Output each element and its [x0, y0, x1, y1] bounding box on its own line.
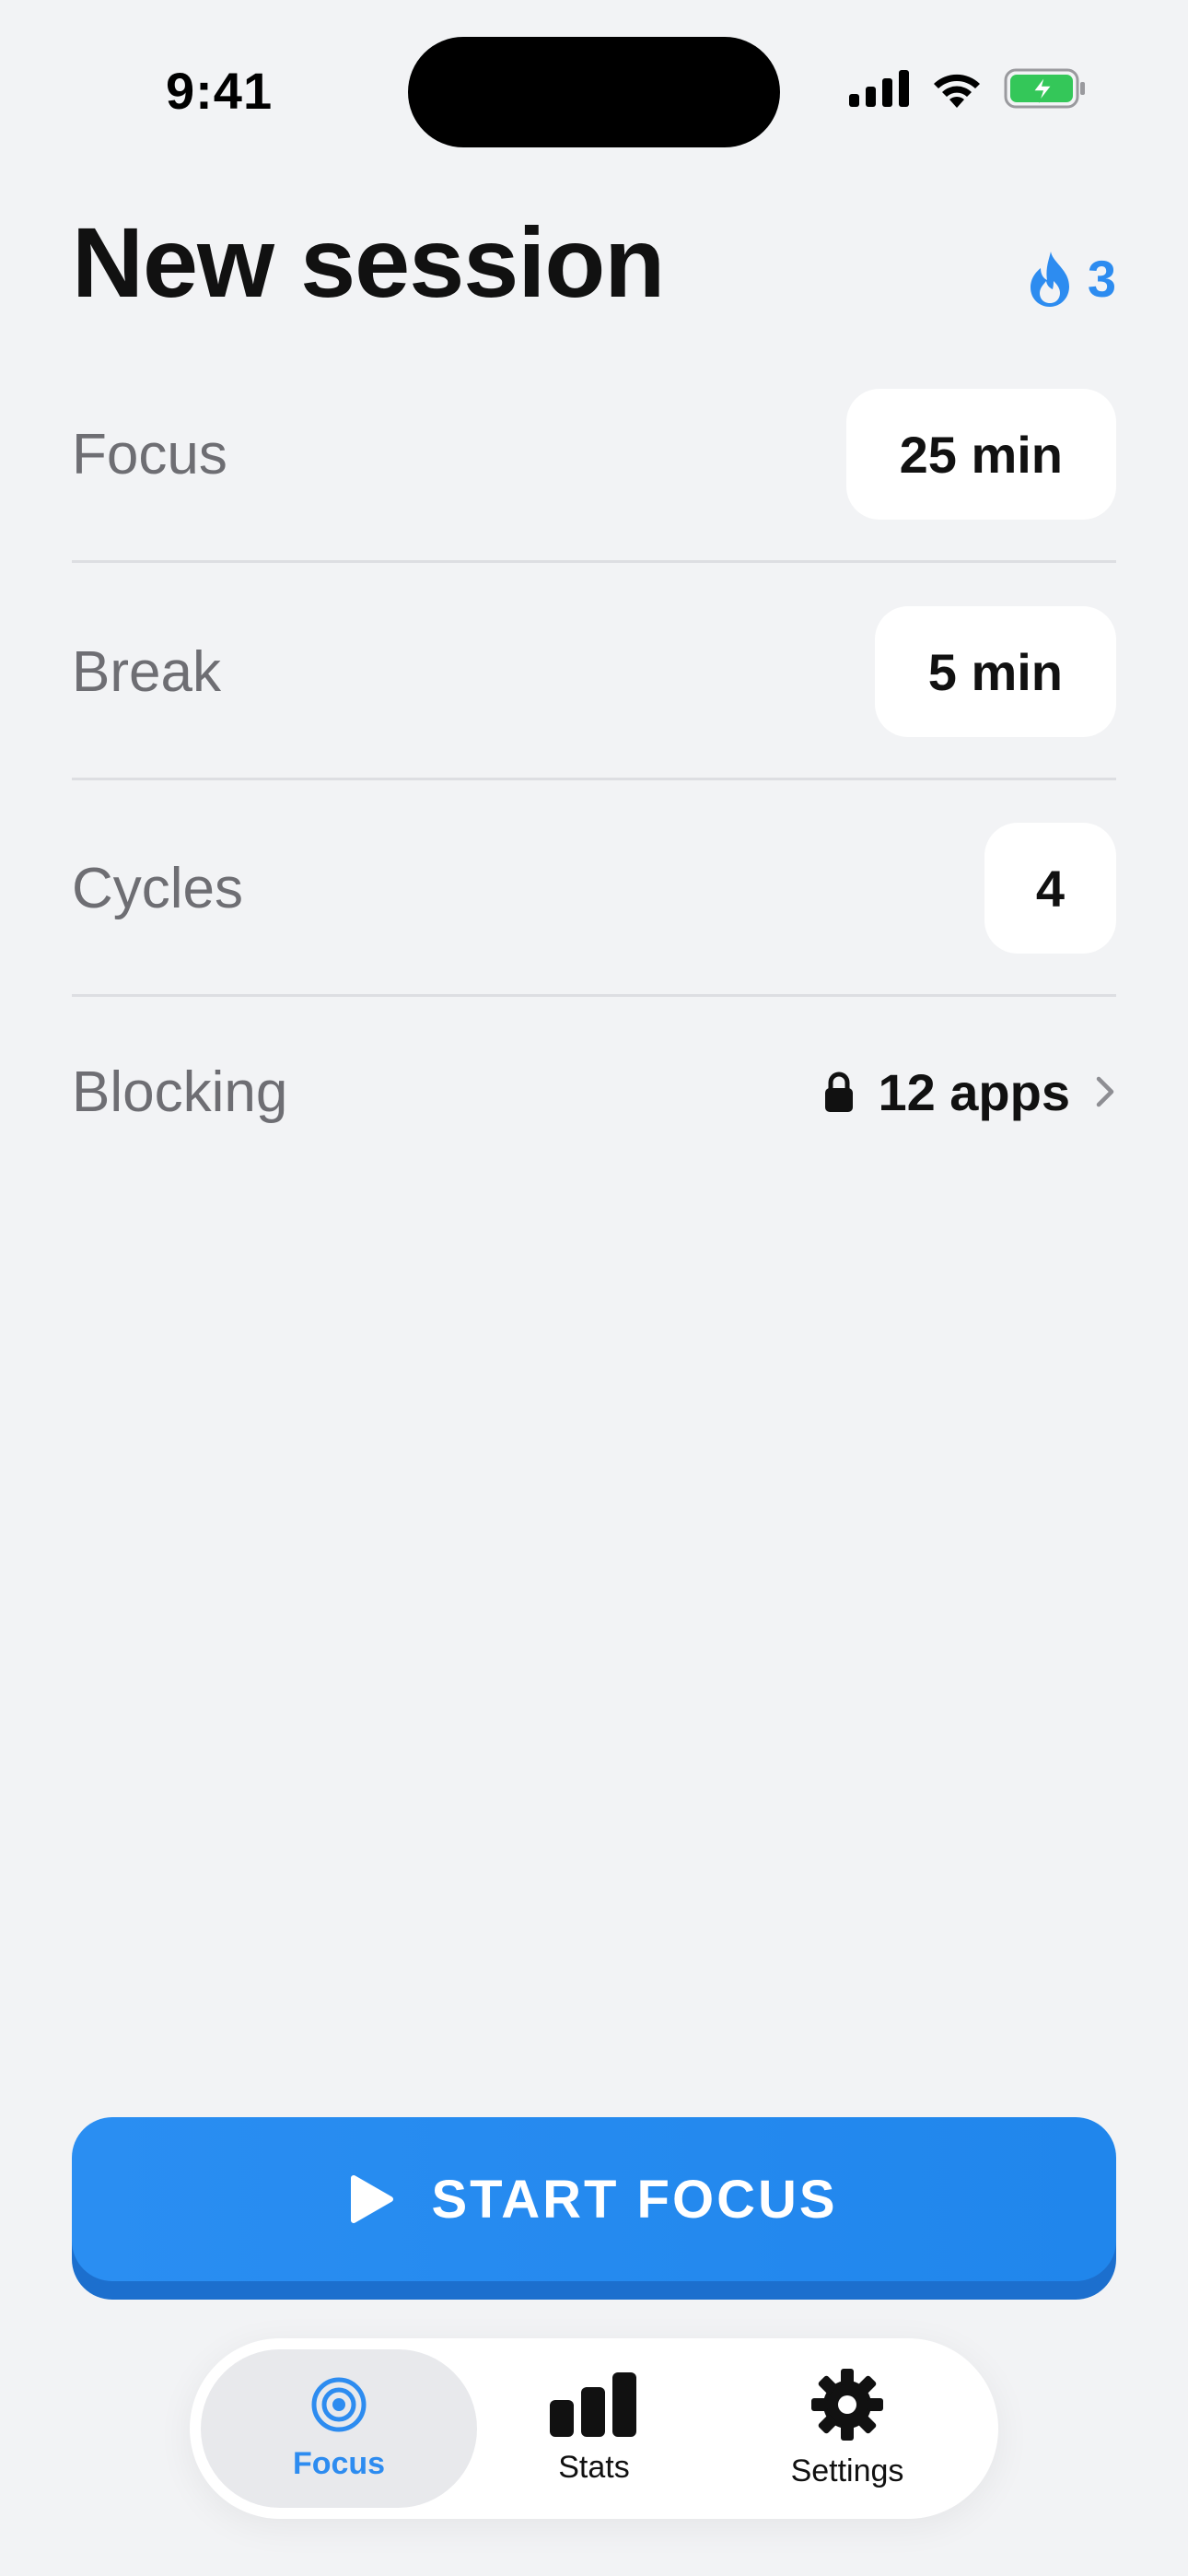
blocking-row[interactable]: Blocking 12 apps [72, 1055, 1116, 1129]
wifi-icon [934, 74, 980, 108]
chevron-right-icon [1096, 1076, 1114, 1107]
break-duration-picker[interactable]: 5 min [874, 606, 1116, 737]
gear-icon [811, 2368, 883, 2441]
focus-duration-picker[interactable]: 25 min [845, 389, 1116, 520]
tab-focus[interactable]: Focus [201, 2349, 477, 2508]
status-time: 9:41 [166, 62, 274, 120]
cycles-row: Cycles 4 [72, 823, 1116, 954]
break-label: Break [72, 639, 221, 704]
cellular-signal-icon [849, 70, 909, 107]
focus-row: Focus 25 min [72, 389, 1116, 520]
tab-settings-label: Settings [790, 2453, 904, 2488]
page-title: New session [72, 206, 665, 318]
target-icon [311, 2377, 367, 2431]
start-focus-label: START FOCUS [431, 2169, 838, 2230]
focus-label: Focus [72, 422, 227, 486]
divider [72, 560, 1116, 563]
flame-icon [1030, 251, 1069, 307]
tab-bar: Focus Stats Settings [190, 2338, 998, 2519]
blocking-label: Blocking [72, 1060, 288, 1124]
break-row: Break 5 min [72, 606, 1116, 737]
blocking-value[interactable]: 12 apps [824, 1062, 1116, 1122]
tab-focus-label: Focus [292, 2445, 386, 2481]
bar-chart-icon [550, 2371, 636, 2437]
streak-badge[interactable]: 3 [1029, 249, 1116, 309]
dynamic-island [408, 37, 780, 147]
lock-icon [825, 1071, 854, 1112]
tab-stats[interactable]: Stats [456, 2349, 732, 2508]
play-icon [351, 2175, 394, 2223]
tab-settings[interactable]: Settings [709, 2349, 985, 2508]
start-focus-button[interactable]: START FOCUS [72, 2117, 1116, 2281]
status-icons [849, 68, 1087, 109]
divider [72, 994, 1116, 997]
cycles-label: Cycles [72, 856, 244, 920]
battery-charging-icon [1004, 68, 1085, 109]
streak-count: 3 [1087, 250, 1116, 308]
cycles-picker[interactable]: 4 [984, 823, 1116, 954]
tab-stats-label: Stats [558, 2449, 630, 2485]
divider [72, 778, 1116, 780]
blocking-apps-count: 12 apps [878, 1062, 1070, 1121]
